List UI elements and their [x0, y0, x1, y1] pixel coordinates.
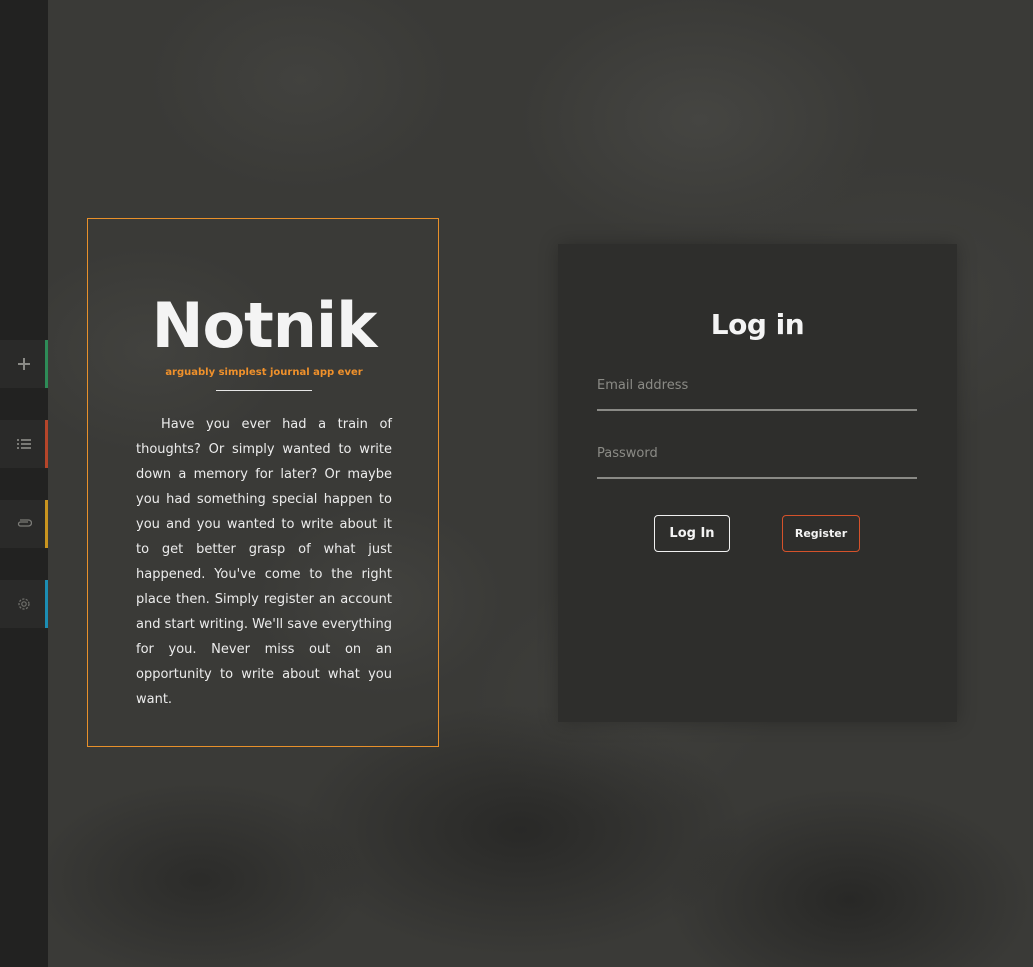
- app-tagline: arguably simplest journal app ever: [165, 367, 363, 378]
- sidebar-accent-bar: [45, 340, 48, 388]
- email-field[interactable]: [597, 375, 917, 411]
- sidebar-item-notes-list[interactable]: [0, 420, 48, 468]
- password-field[interactable]: [597, 443, 917, 479]
- login-card: Log in Log In Register: [558, 244, 957, 722]
- intro-card: Notnik arguably simplest journal app eve…: [87, 218, 439, 747]
- sidebar-accent-bar: [45, 500, 48, 548]
- sidebar-item-settings[interactable]: [0, 580, 48, 628]
- sidebar-item-new-note[interactable]: [0, 340, 48, 388]
- register-button[interactable]: Register: [782, 515, 860, 552]
- list-icon: [17, 438, 31, 450]
- login-button[interactable]: Log In: [654, 515, 730, 552]
- sidebar-accent-bar: [45, 580, 48, 628]
- sidebar: [0, 0, 48, 967]
- login-title: Log in: [710, 308, 805, 341]
- divider: [216, 390, 312, 391]
- gear-icon: [16, 596, 32, 612]
- paperclip-icon: [16, 519, 32, 529]
- app-logo: Notnik: [151, 289, 378, 362]
- plus-icon: [17, 357, 31, 371]
- intro-description: Have you ever had a train of thoughts? O…: [136, 417, 392, 707]
- sidebar-accent-bar: [45, 420, 48, 468]
- sidebar-item-attachments[interactable]: [0, 500, 48, 548]
